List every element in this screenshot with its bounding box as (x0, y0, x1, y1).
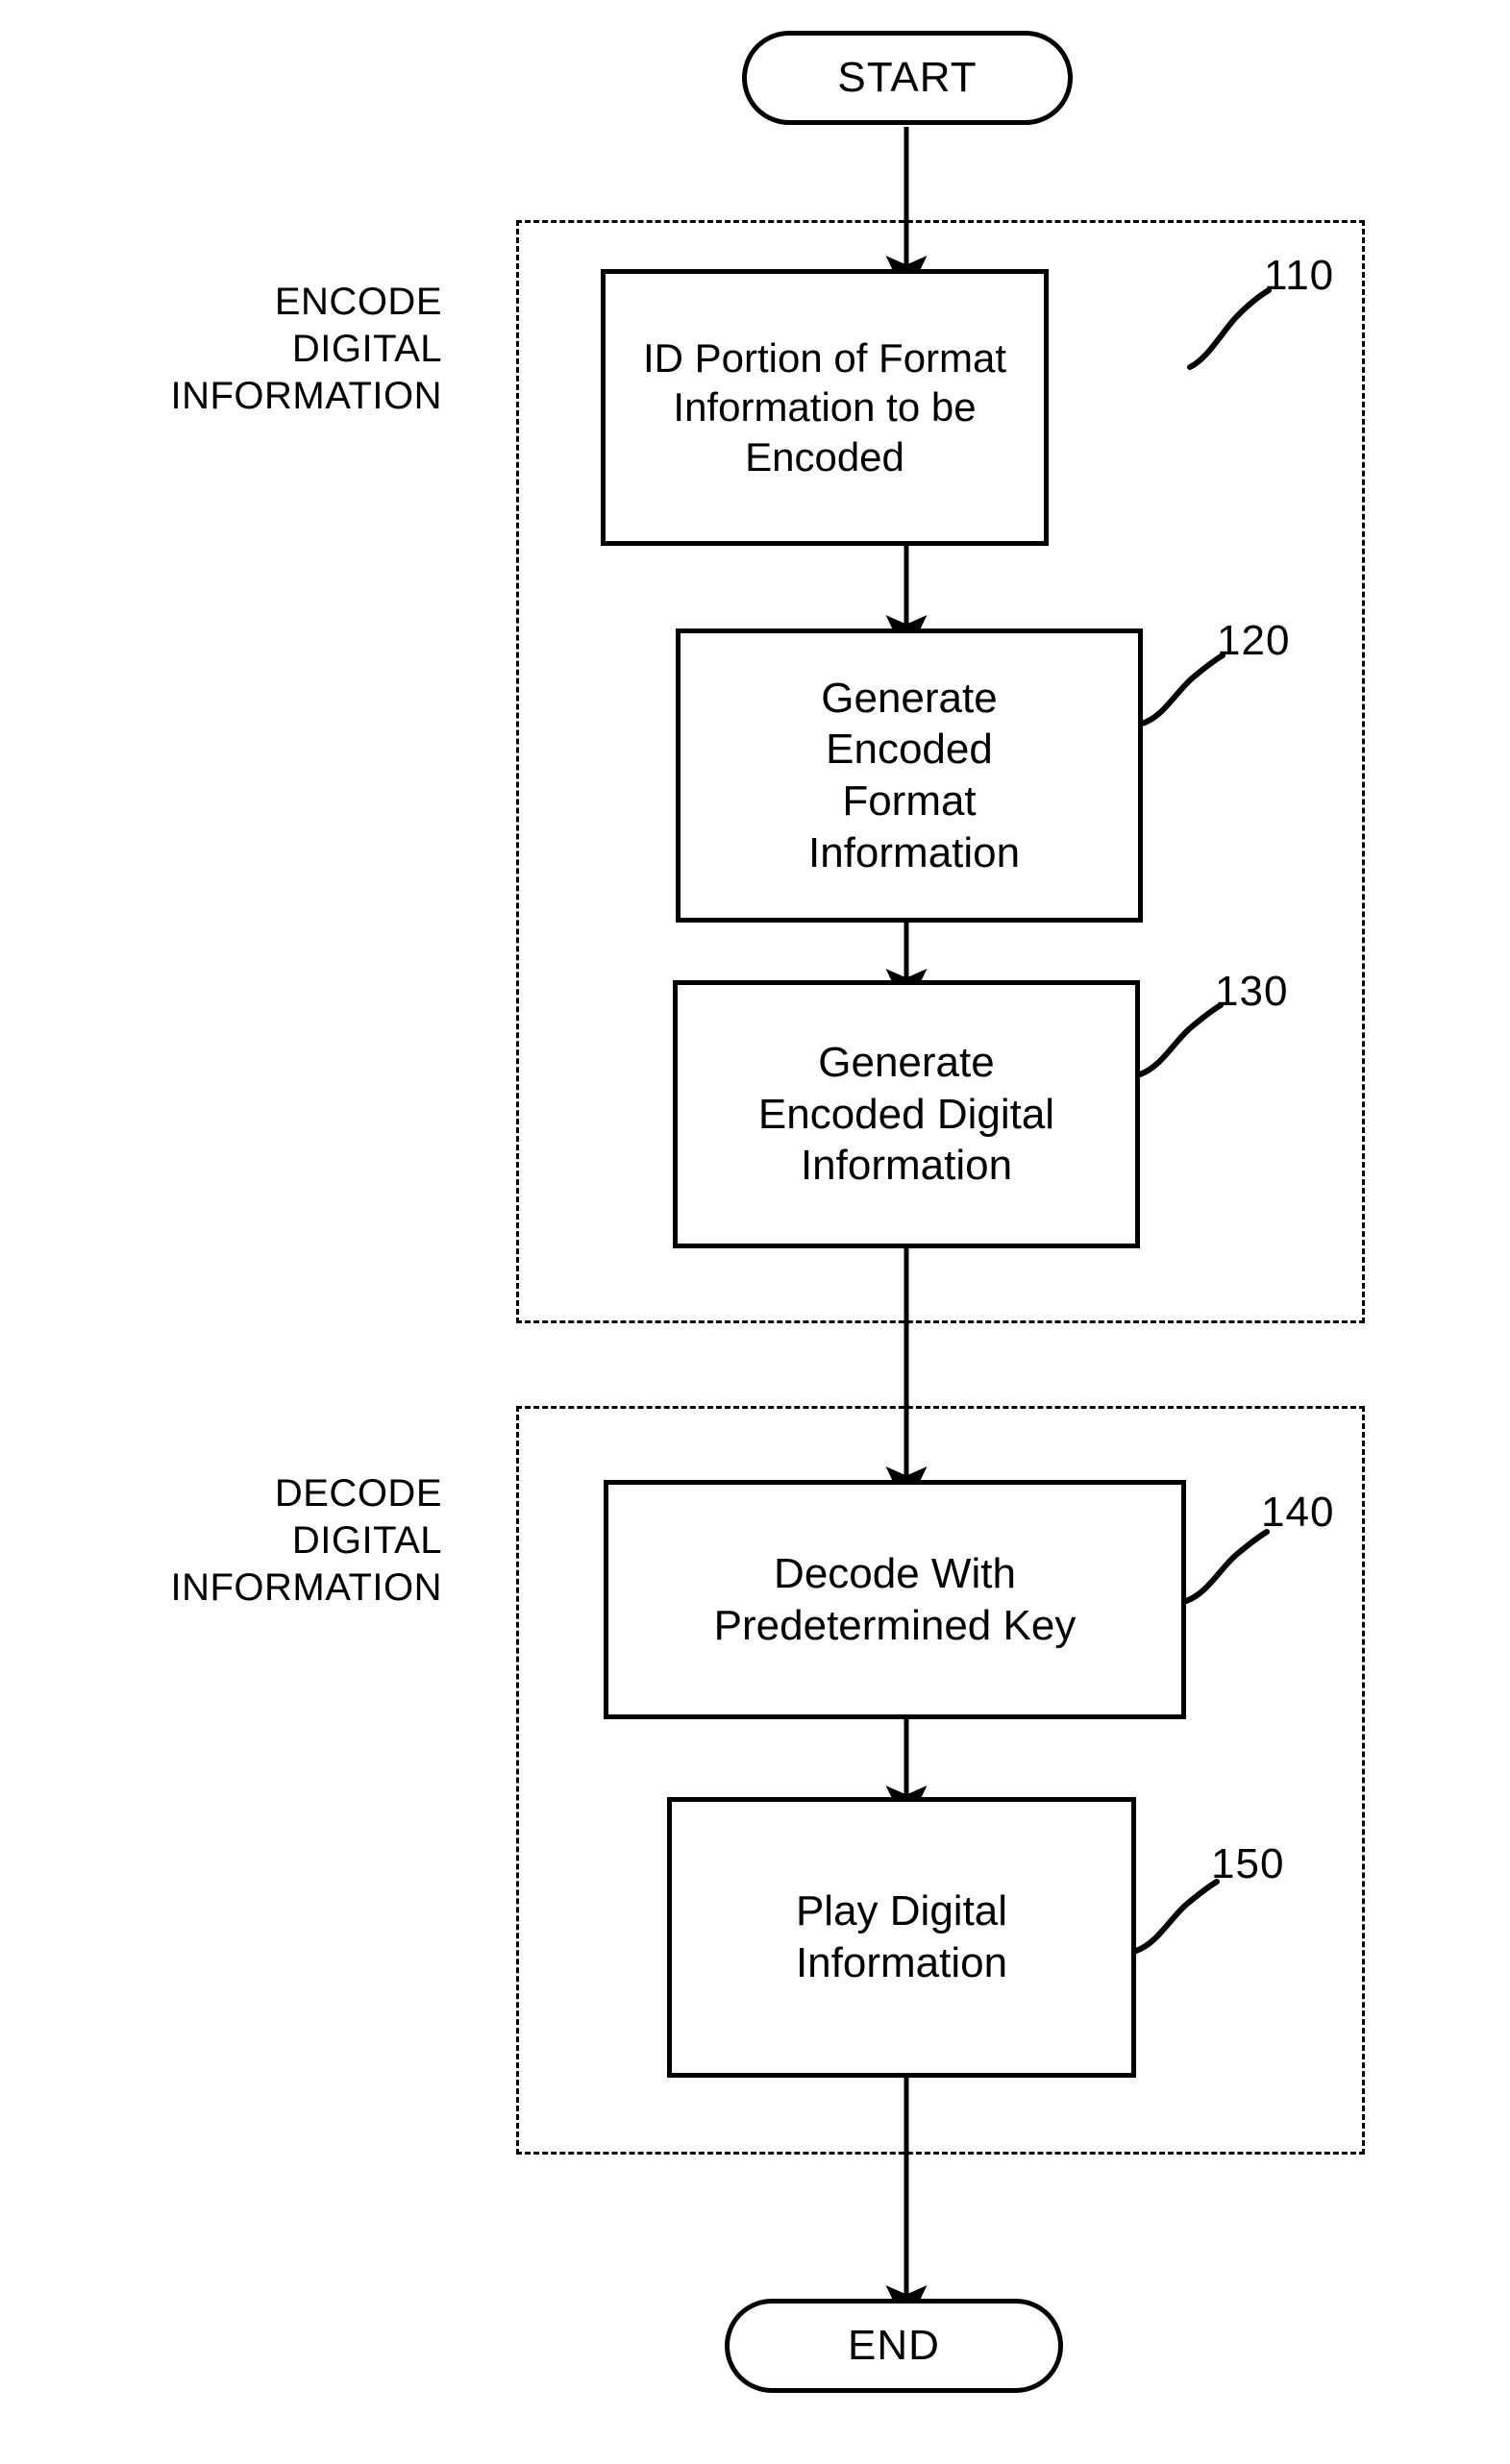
terminal-start: START (742, 31, 1073, 125)
step-box-130-label: Generate Encoded Digital Information (757, 1038, 1055, 1190)
step-box-120: Generate Encoded Format Information (676, 628, 1143, 923)
step-box-150-label: Play Digital Information (795, 1887, 1008, 1986)
step-box-140-label: Decode With Predetermined Key (713, 1549, 1077, 1649)
stage-label-decode: DECODE DIGITAL INFORMATION (170, 1472, 442, 1609)
terminal-start-label: START (837, 54, 978, 101)
step-box-110-label: ID Portion of Format Information to be E… (642, 335, 1007, 480)
step-box-110: ID Portion of Format Information to be E… (601, 269, 1049, 546)
stage-label-encode: ENCODE DIGITAL INFORMATION (170, 281, 442, 417)
step-box-150: Play Digital Information (667, 1797, 1136, 2078)
step-box-120-label: Generate Encoded Format Information (808, 674, 1021, 876)
reference-numeral-110: 110 (1264, 252, 1335, 299)
reference-numeral-130: 130 (1215, 968, 1289, 1015)
terminal-end-label: END (848, 2322, 940, 2369)
reference-numeral-150: 150 (1211, 1840, 1285, 1887)
step-box-130: Generate Encoded Digital Information (673, 980, 1140, 1248)
reference-numeral-120: 120 (1217, 617, 1291, 664)
figure-canvas: START ENCODE DIGITAL INFORMATION DECODE … (0, 0, 1510, 2464)
reference-numeral-140: 140 (1261, 1489, 1335, 1536)
terminal-end: END (725, 2299, 1063, 2393)
step-box-140: Decode With Predetermined Key (604, 1480, 1186, 1719)
